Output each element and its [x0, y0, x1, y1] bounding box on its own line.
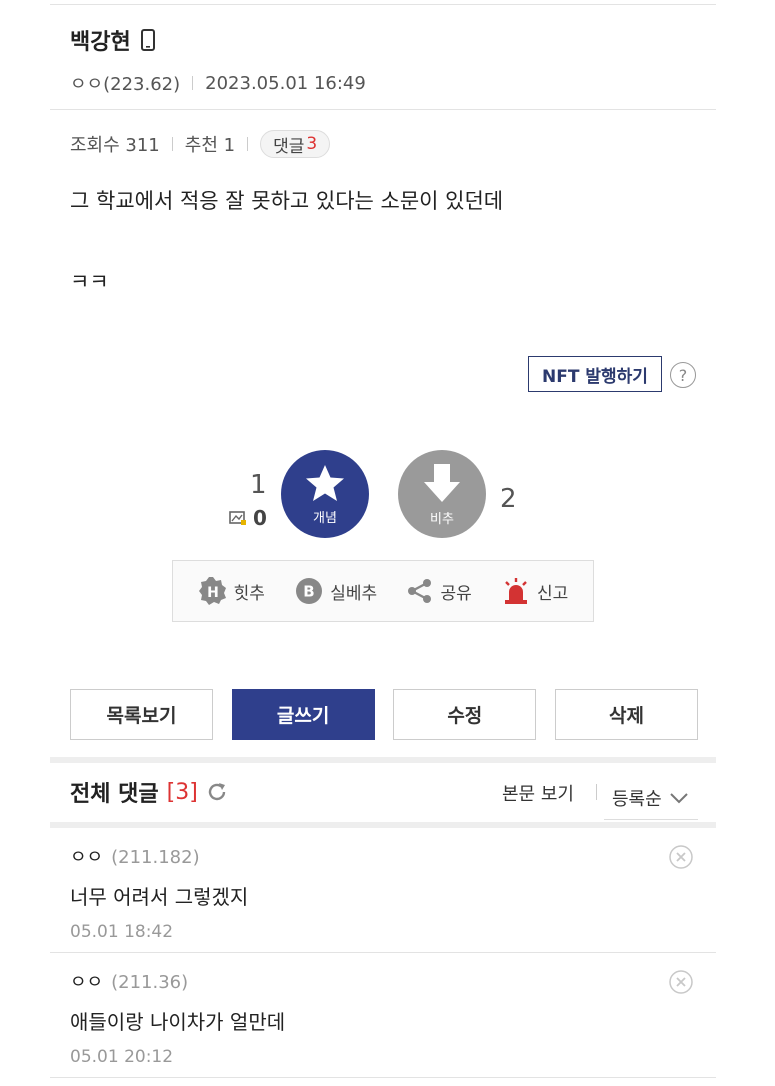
stats-separator: [171, 137, 173, 151]
fixed-upvote-count: 0: [253, 506, 267, 530]
post-title-text: 백강현: [70, 30, 131, 55]
best-recommend-label: 실베추: [330, 583, 378, 604]
post-body-line: 그 학교에서 적응 잘 못하고 있다는 소문이 있던데: [70, 189, 504, 213]
upvote-button[interactable]: 개념: [281, 450, 369, 538]
share-button[interactable]: 공유: [406, 577, 472, 605]
upvote-count: 1: [250, 470, 267, 500]
writer-nick[interactable]: ㅇㅇ(223.62): [70, 70, 180, 96]
comment-author[interactable]: ㅇㅇ (211.36): [70, 968, 698, 994]
stats-separator: [247, 137, 249, 151]
comment-item: ㅇㅇ (211.182) 너무 어려서 그렇겠지 05.01 18:42: [70, 843, 698, 942]
nft-issue-button[interactable]: NFT 발행하기: [528, 356, 662, 392]
comments-title: 전체 댓글: [70, 782, 159, 807]
comment-text: 너무 어려서 그렇겠지: [70, 885, 249, 909]
comment-ip: (211.182): [111, 847, 200, 868]
comment-nick: ㅇㅇ: [70, 972, 104, 993]
comments-top-divider: [50, 822, 716, 828]
recommend-count: 추천 1: [184, 135, 236, 156]
upvote-label: 개념: [313, 510, 337, 526]
hit-badge-icon: H: [198, 577, 226, 605]
comment-badge-label: 댓글: [273, 136, 305, 157]
comment-ip: (211.36): [111, 972, 189, 993]
close-icon[interactable]: [669, 970, 693, 994]
comments-count: [3]: [166, 779, 198, 805]
report-label: 신고: [537, 583, 569, 604]
refresh-icon[interactable]: [206, 781, 228, 803]
hit-recommend-button[interactable]: H 힛추: [198, 576, 265, 606]
star-icon: [306, 464, 344, 501]
sort-label: 등록순: [612, 788, 662, 810]
meta-separator: [192, 76, 194, 90]
post-stats: 조회수 311 추천 1 댓글 3: [70, 130, 331, 158]
post-date: 2023.05.01 16:49: [205, 72, 366, 94]
edit-button[interactable]: 수정: [393, 689, 537, 740]
chevron-down-icon: [669, 792, 688, 803]
comment-text: 애들이랑 나이차가 얼만데: [70, 1010, 286, 1034]
meta-divider: [50, 109, 716, 110]
best-recommend-button[interactable]: B 실베추: [294, 576, 377, 606]
siren-icon: [505, 578, 528, 604]
action-bar: H 힛추 B 실베추 공유 신고: [172, 560, 594, 622]
best-badge-icon: B: [296, 578, 323, 604]
share-icon: [408, 579, 432, 603]
report-button[interactable]: 신고: [501, 576, 568, 606]
comment-badge-count: 3: [306, 134, 318, 154]
post-body-line: ㅋㅋ: [70, 270, 109, 294]
comment-item: ㅇㅇ (211.36) 애들이랑 나이차가 얼만데 05.01 20:12: [70, 968, 698, 1067]
sort-select[interactable]: 등록순: [604, 776, 698, 820]
post-title: 백강현: [70, 24, 155, 56]
comment-nick: ㅇㅇ: [70, 847, 104, 868]
comment-date: 05.01 18:42: [70, 922, 174, 942]
hit-recommend-label: 힛추: [233, 583, 265, 604]
view-count: 조회수 311: [70, 135, 160, 156]
comment-count-badge[interactable]: 댓글 3: [260, 130, 331, 158]
downvote-label: 비추: [430, 511, 454, 527]
write-button[interactable]: 글쓰기: [231, 689, 375, 740]
list-button[interactable]: 목록보기: [70, 689, 213, 740]
view-body-link[interactable]: 본문 보기: [502, 780, 574, 806]
svg-text:B: B: [304, 583, 315, 601]
downvote-button[interactable]: 비추: [398, 450, 486, 538]
comments-header: 전체 댓글 [3]: [70, 776, 228, 808]
sort-separator: [596, 784, 597, 800]
help-icon[interactable]: ?: [670, 362, 696, 388]
fixed-user-icon: [229, 511, 246, 525]
fixed-upvote-wrap: 0: [229, 506, 267, 530]
arrow-down-icon: [424, 463, 460, 502]
close-icon[interactable]: [669, 845, 693, 869]
comment-author[interactable]: ㅇㅇ (211.182): [70, 843, 698, 869]
post-meta: ㅇㅇ(223.62) 2023.05.01 16:49: [70, 70, 366, 96]
comment-divider: [50, 952, 716, 953]
delete-button[interactable]: 삭제: [554, 689, 698, 740]
comment-date: 05.01 20:12: [70, 1047, 174, 1067]
top-divider: [50, 4, 716, 5]
mobile-phone-icon: [140, 29, 155, 51]
downvote-count: 2: [500, 484, 517, 514]
comment-divider: [50, 1077, 716, 1078]
section-divider: [50, 757, 716, 763]
svg-text:H: H: [207, 585, 219, 601]
post-button-row: 목록보기 글쓰기 수정 삭제: [70, 689, 698, 740]
share-label: 공유: [440, 583, 472, 604]
